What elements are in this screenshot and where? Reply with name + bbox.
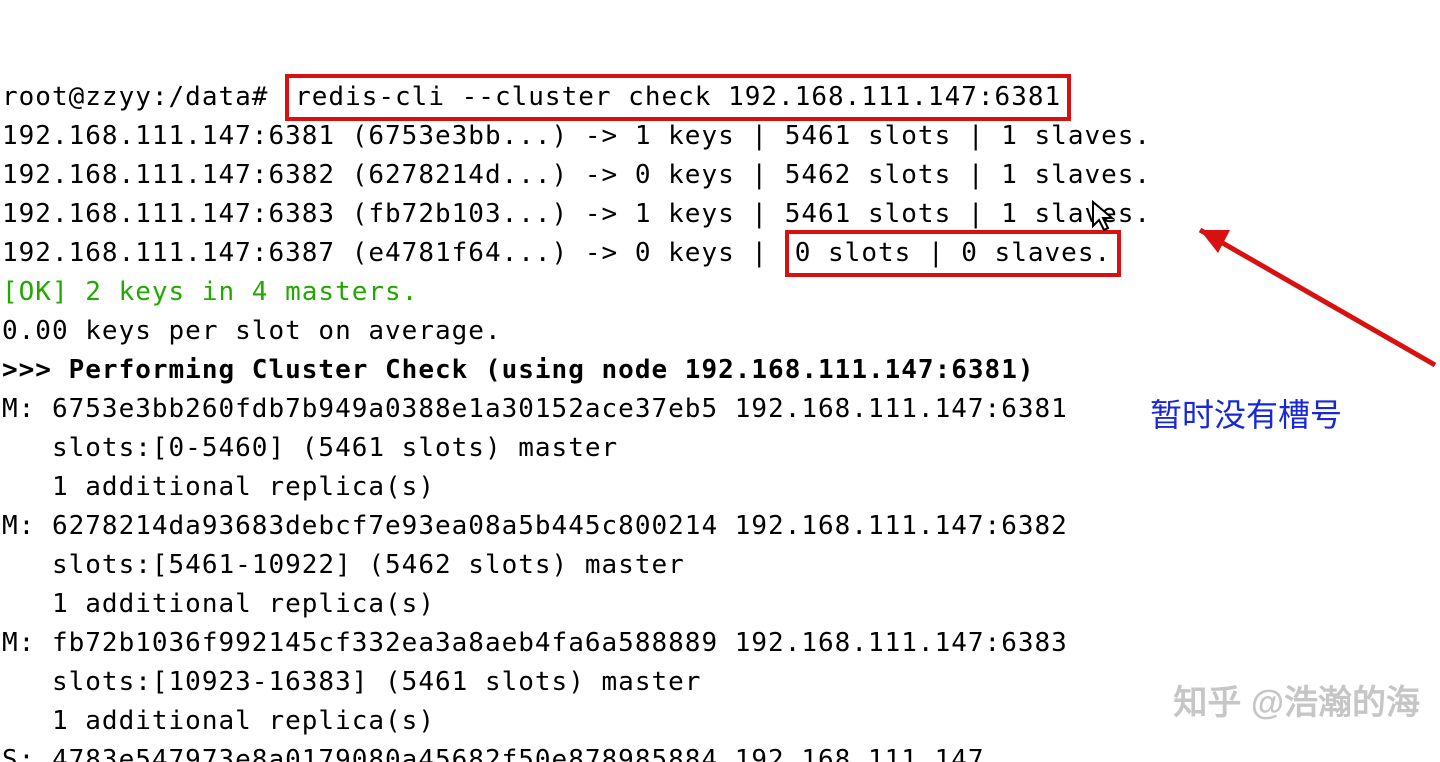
node-line-3: 192.168.111.147:6383 (fb72b103...) -> 1 … bbox=[2, 199, 1151, 229]
m2-l3: 1 additional replica(s) bbox=[2, 589, 435, 619]
m3-l2: slots:[10923-16383] (5461 slots) master bbox=[2, 667, 701, 697]
m2-l1: M: 6278214da93683debcf7e93ea08a5b445c800… bbox=[2, 511, 1068, 541]
node-line-2: 192.168.111.147:6382 (6278214d...) -> 0 … bbox=[2, 160, 1151, 190]
check-header: >>> Performing Cluster Check (using node… bbox=[2, 355, 1035, 385]
ok-tag: [OK] bbox=[2, 277, 69, 307]
m1-l1: M: 6753e3bb260fdb7b949a0388e1a30152ace37… bbox=[2, 394, 1068, 424]
avg-line: 0.00 keys per slot on average. bbox=[2, 316, 502, 346]
slave-line: S: 4783e547973e8a0179080a45682f50e878985… bbox=[2, 745, 985, 762]
watermark: 知乎 @浩瀚的海 bbox=[1173, 675, 1420, 724]
node-line-4-prefix: 192.168.111.147:6387 (e4781f64...) -> 0 … bbox=[2, 238, 785, 268]
m3-l1: M: fb72b1036f992145cf332ea3a8aeb4fa6a588… bbox=[2, 628, 1068, 658]
prompt: root@zzyy:/data# bbox=[2, 82, 285, 112]
annotation-label: 暂时没有槽号 bbox=[1150, 390, 1342, 436]
node-line-4-box: 0 slots | 0 slaves. bbox=[795, 238, 1111, 268]
command-text: redis-cli --cluster check 192.168.111.14… bbox=[295, 82, 1061, 112]
command-highlight-box: redis-cli --cluster check 192.168.111.14… bbox=[285, 74, 1071, 121]
ok-rest: 2 keys in 4 masters. bbox=[69, 277, 419, 307]
empty-slots-highlight-box: 0 slots | 0 slaves. bbox=[785, 230, 1121, 277]
m1-l3: 1 additional replica(s) bbox=[2, 472, 435, 502]
partial-top-line: root@zzyy:/data# bbox=[2, 0, 268, 3]
m3-l3: 1 additional replica(s) bbox=[2, 706, 435, 736]
m2-l2: slots:[5461-10922] (5462 slots) master bbox=[2, 550, 685, 580]
terminal-output: root@zzyy:/data# root@zzyy:/data# redis-… bbox=[0, 0, 1440, 762]
node-line-1: 192.168.111.147:6381 (6753e3bb...) -> 1 … bbox=[2, 121, 1151, 151]
m1-l2: slots:[0-5460] (5461 slots) master bbox=[2, 433, 618, 463]
